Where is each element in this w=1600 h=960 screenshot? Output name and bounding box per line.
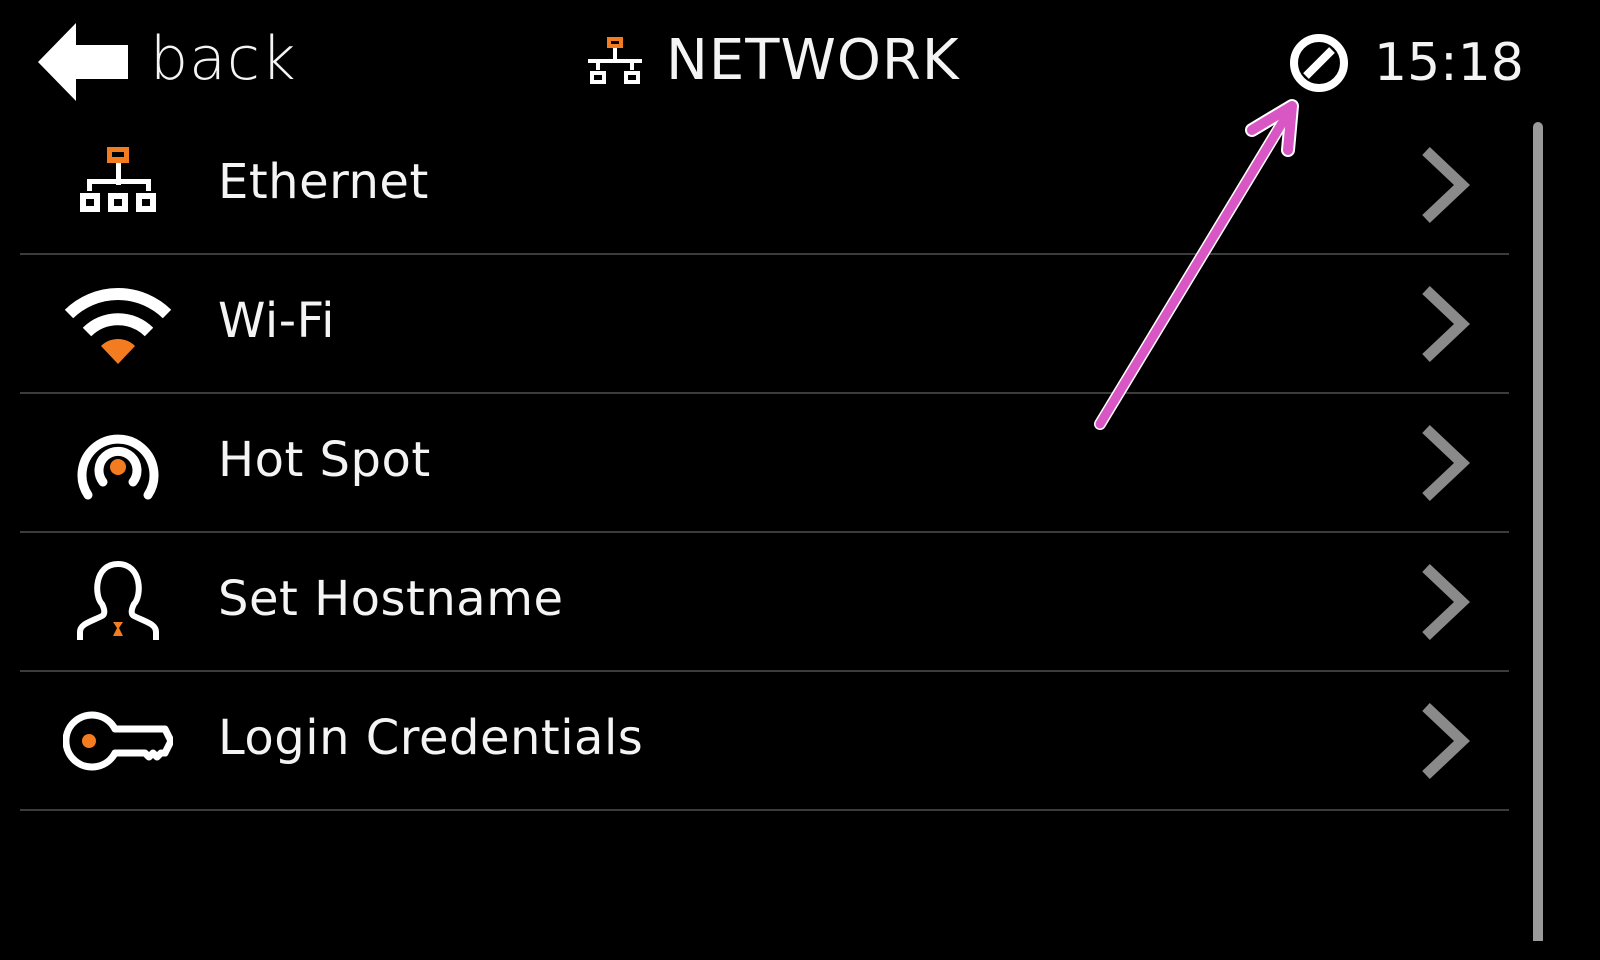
status-area: 15:18 <box>1288 30 1524 96</box>
menu-item-label: Set Hostname <box>218 570 564 627</box>
menu-item-label: Login Credentials <box>218 709 644 766</box>
wifi-icon <box>64 287 172 364</box>
chevron-right-icon <box>1422 563 1471 640</box>
menu-item-label: Hot Spot <box>218 431 431 488</box>
chevron-right-icon <box>1422 146 1471 223</box>
chevron-right-icon <box>1422 424 1471 501</box>
ethernet-icon <box>80 146 156 212</box>
menu-item-set-hostname[interactable]: Set Hostname <box>20 533 1509 672</box>
key-icon <box>63 711 173 770</box>
network-icon <box>588 37 642 84</box>
menu-item-label: Ethernet <box>218 153 429 210</box>
hotspot-icon <box>77 434 159 499</box>
arrow-left-icon <box>38 23 128 101</box>
menu-item-wifi[interactable]: Wi-Fi <box>20 255 1509 394</box>
page-title: NETWORK <box>586 28 960 94</box>
clock: 15:18 <box>1374 33 1524 93</box>
scrollbar[interactable] <box>1533 122 1543 941</box>
header-bar: back NETWORK 15:18 <box>0 0 1568 120</box>
chevron-right-icon <box>1422 702 1471 779</box>
back-button[interactable]: back <box>38 22 297 102</box>
chevron-right-icon <box>1422 285 1471 362</box>
user-icon <box>77 560 159 640</box>
network-menu-list: Ethernet Wi-Fi Hot Spot Set Hostname Log… <box>20 116 1509 811</box>
menu-item-label: Wi-Fi <box>218 292 336 349</box>
menu-item-login-credentials[interactable]: Login Credentials <box>20 672 1509 811</box>
menu-item-ethernet[interactable]: Ethernet <box>20 116 1509 255</box>
no-connection-icon[interactable] <box>1288 32 1350 94</box>
page-title-label: NETWORK <box>666 28 960 93</box>
back-label: back <box>150 24 297 94</box>
menu-item-hotspot[interactable]: Hot Spot <box>20 394 1509 533</box>
